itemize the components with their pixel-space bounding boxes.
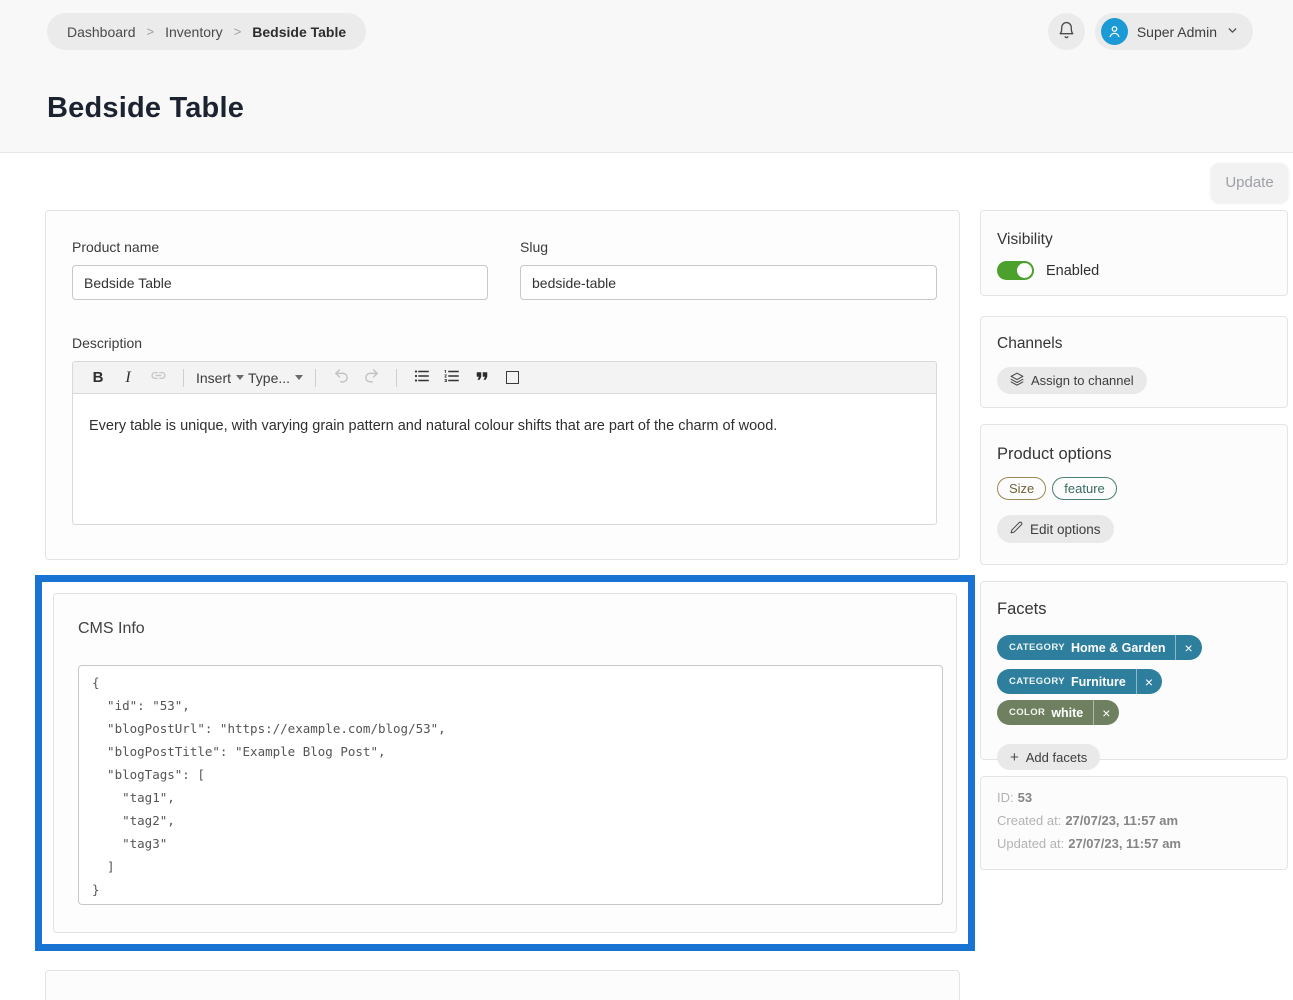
bullet-list-button[interactable] — [409, 365, 435, 391]
breadcrumb: Dashboard > Inventory > Bedside Table — [47, 13, 366, 50]
redo-button[interactable] — [358, 365, 384, 391]
updated-label: Updated at: — [997, 836, 1064, 851]
breadcrumb-separator: > — [234, 24, 242, 39]
entity-meta-card: ID: 53 Created at: 27/07/23, 11:57 am Upda… — [980, 776, 1288, 870]
facet-chip-home-garden: CATEGORY Home & Garden × — [997, 635, 1202, 660]
cms-info-title: CMS Info — [78, 620, 145, 638]
add-facets-label: Add facets — [1026, 750, 1087, 765]
bullet-list-icon — [413, 367, 431, 389]
insert-menu-label: Insert — [196, 370, 231, 386]
link-button[interactable] — [145, 365, 171, 391]
facet-group-label: CATEGORY — [1009, 676, 1065, 687]
facets-card: Facets CATEGORY Home & Garden × CATEGORY… — [980, 581, 1288, 760]
facet-chip-color-white: COLOR white × — [997, 700, 1119, 725]
caret-down-icon — [295, 375, 303, 380]
next-section-card — [45, 970, 960, 1000]
bold-button[interactable]: B — [85, 365, 111, 391]
cms-info-card: CMS Info { "id": "53", "blogPostUrl": "h… — [53, 593, 957, 933]
slug-input[interactable] — [520, 265, 937, 300]
product-form-card: Product name Slug Description B I Insert… — [45, 210, 960, 560]
visibility-toggle[interactable] — [997, 261, 1034, 280]
slug-label: Slug — [520, 239, 548, 255]
update-button[interactable]: Update — [1211, 163, 1288, 202]
header-actions: Super Admin — [1048, 13, 1253, 50]
toolbar-divider — [183, 369, 184, 387]
remove-facet-button[interactable]: × — [1094, 700, 1119, 725]
option-chip-feature: feature — [1052, 477, 1116, 500]
description-editor[interactable]: Every table is unique, with varying grai… — [72, 394, 937, 525]
meta-id: ID: 53 — [997, 790, 1271, 805]
undo-icon — [333, 367, 350, 388]
italic-button[interactable]: I — [115, 365, 141, 391]
edit-options-button[interactable]: Edit options — [997, 515, 1114, 543]
option-chip-size: Size — [997, 477, 1046, 500]
visibility-title: Visibility — [997, 231, 1271, 249]
page-title: Bedside Table — [47, 92, 244, 125]
undo-button[interactable] — [328, 365, 354, 391]
visibility-card: Visibility Enabled — [980, 210, 1288, 296]
user-name: Super Admin — [1137, 24, 1217, 40]
breadcrumb-separator: > — [147, 24, 155, 39]
chevron-down-icon — [1226, 24, 1239, 40]
ordered-list-button[interactable] — [439, 365, 465, 391]
breadcrumb-dashboard[interactable]: Dashboard — [67, 24, 136, 40]
facets-title: Facets — [997, 600, 1271, 619]
remove-facet-button[interactable]: × — [1176, 635, 1201, 660]
edit-options-label: Edit options — [1030, 522, 1101, 537]
id-label: ID: — [997, 790, 1014, 805]
bell-icon — [1057, 21, 1076, 43]
channels-title: Channels — [997, 335, 1271, 353]
channels-card: Channels Assign to channel — [980, 316, 1288, 408]
product-detail-page: Dashboard > Inventory > Bedside Table — [0, 0, 1293, 1000]
breadcrumb-current: Bedside Table — [252, 24, 346, 40]
product-name-input[interactable] — [72, 265, 488, 300]
created-value: 27/07/23, 11:57 am — [1065, 813, 1178, 828]
square-icon — [506, 371, 519, 384]
facet-value-label: Furniture — [1071, 675, 1126, 689]
notifications-button[interactable] — [1048, 13, 1085, 50]
visibility-status: Enabled — [1046, 263, 1099, 279]
toggle-knob — [1017, 263, 1032, 278]
cms-json-textarea[interactable]: { "id": "53", "blogPostUrl": "https://ex… — [78, 665, 943, 905]
facet-chip-furniture: CATEGORY Furniture × — [997, 669, 1162, 694]
assign-to-channel-button[interactable]: Assign to channel — [997, 367, 1147, 394]
plus-icon: + — [1010, 749, 1019, 766]
blockquote-button[interactable] — [469, 365, 495, 391]
cms-info-highlight: CMS Info { "id": "53", "blogPostUrl": "h… — [35, 575, 975, 951]
id-value: 53 — [1018, 790, 1032, 805]
type-menu-label: Type... — [248, 370, 290, 386]
product-options-title: Product options — [997, 445, 1271, 464]
link-icon — [150, 367, 167, 388]
rich-text-toolbar: B I Insert Type... — [72, 361, 937, 394]
breadcrumb-inventory[interactable]: Inventory — [165, 24, 223, 40]
remove-facet-button[interactable]: × — [1137, 669, 1162, 694]
ordered-list-icon — [443, 367, 461, 389]
horizontal-rule-button[interactable] — [499, 365, 525, 391]
product-name-label: Product name — [72, 239, 159, 255]
created-label: Created at: — [997, 813, 1061, 828]
meta-created: Created at: 27/07/23, 11:57 am — [997, 813, 1271, 828]
updated-value: 27/07/23, 11:57 am — [1068, 836, 1181, 851]
layers-icon — [1010, 372, 1024, 389]
avatar — [1101, 18, 1128, 45]
facet-group-label: COLOR — [1009, 707, 1045, 718]
header: Dashboard > Inventory > Bedside Table — [0, 0, 1293, 153]
type-menu-button[interactable]: Type... — [248, 365, 303, 391]
assign-to-channel-label: Assign to channel — [1031, 373, 1134, 388]
quote-icon — [473, 367, 491, 389]
pencil-icon — [1010, 521, 1023, 537]
product-options-card: Product options Size feature Edit option… — [980, 424, 1288, 565]
meta-updated: Updated at: 27/07/23, 11:57 am — [997, 836, 1271, 851]
toolbar-divider — [315, 369, 316, 387]
facet-value-label: Home & Garden — [1071, 641, 1165, 655]
toolbar-divider — [396, 369, 397, 387]
insert-menu-button[interactable]: Insert — [196, 365, 244, 391]
caret-down-icon — [236, 375, 244, 380]
user-menu-button[interactable]: Super Admin — [1095, 13, 1253, 50]
add-facets-button[interactable]: + Add facets — [997, 744, 1100, 770]
description-label: Description — [72, 335, 142, 351]
redo-icon — [363, 367, 380, 388]
facet-value-label: white — [1051, 706, 1083, 720]
facet-group-label: CATEGORY — [1009, 642, 1065, 653]
